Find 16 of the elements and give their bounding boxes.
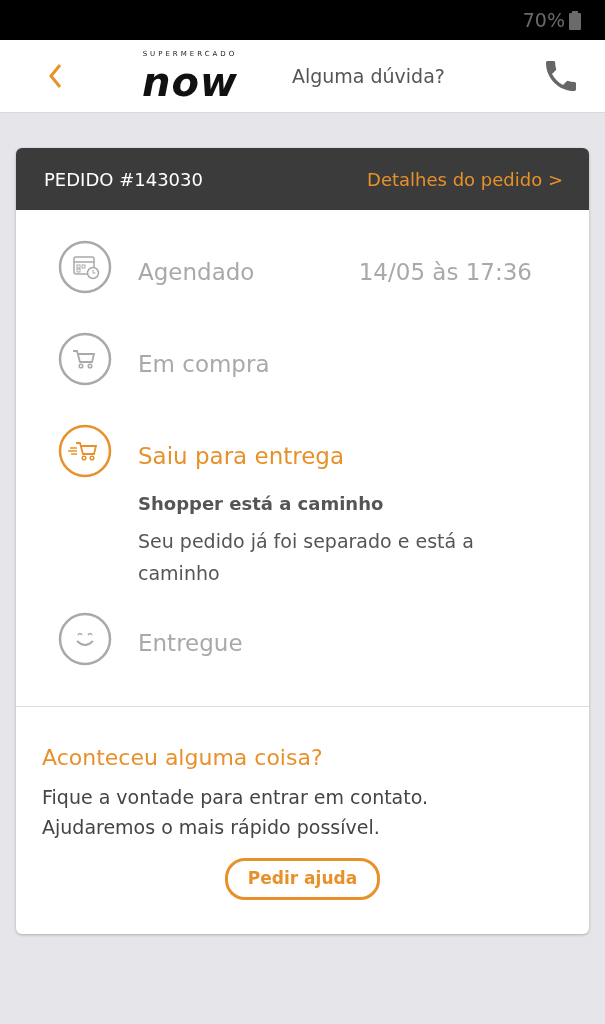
step-label: Saiu para entrega bbox=[138, 441, 345, 471]
order-details-link[interactable]: Detalhes do pedido > bbox=[367, 165, 563, 193]
help-question[interactable]: Alguma dúvida? bbox=[291, 61, 445, 91]
step-label: Entregue bbox=[138, 629, 243, 659]
help-button[interactable]: Pedir ajuda bbox=[224, 858, 381, 900]
step-detail-text: Seu pedido já foi separado e está a caminho bbox=[138, 529, 475, 587]
battery-percentage: 70% bbox=[522, 7, 565, 33]
step-detail-title: Shopper está a caminho bbox=[138, 492, 385, 516]
logo-wordmark: now bbox=[142, 61, 238, 102]
step-label: Agendado bbox=[138, 257, 255, 287]
step-time: 14/05 às 17:36 bbox=[358, 257, 532, 287]
order-number: PEDIDO #143030 bbox=[44, 167, 203, 192]
battery-icon bbox=[569, 10, 581, 30]
step-label: Em compra bbox=[138, 349, 270, 379]
help-description: Fique a vontade para entrar em contato. Ajudaremos o mais rápido possível. bbox=[42, 784, 430, 840]
help-title: Aconteceu alguma coisa? bbox=[42, 743, 324, 772]
